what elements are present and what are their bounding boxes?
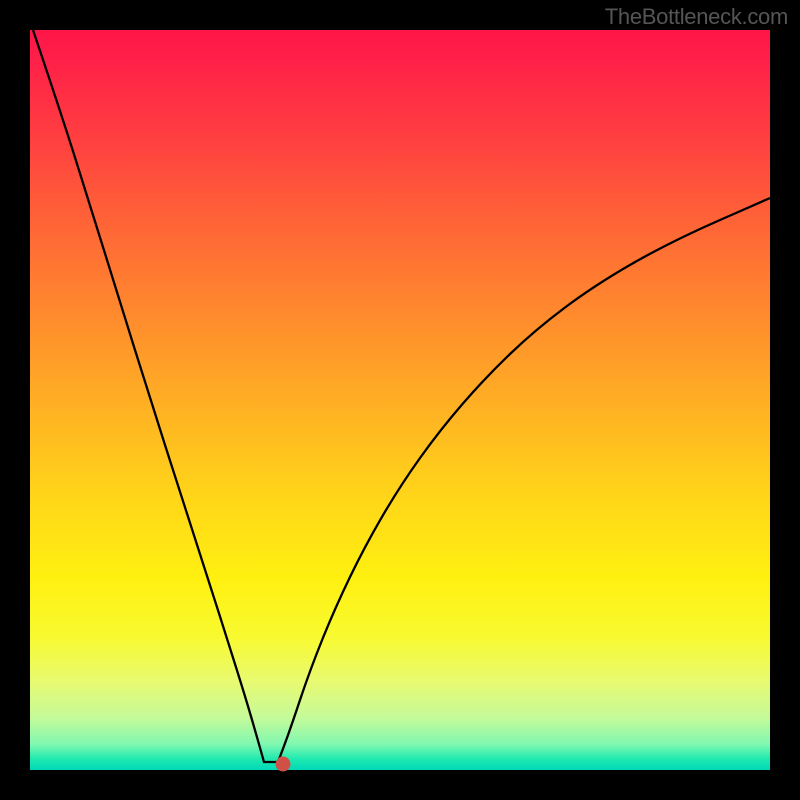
watermark-text: TheBottleneck.com — [605, 4, 788, 30]
bottleneck-curve — [30, 30, 770, 770]
optimal-point-marker — [276, 757, 291, 772]
chart-plot-area — [30, 30, 770, 770]
curve-path — [33, 30, 770, 762]
